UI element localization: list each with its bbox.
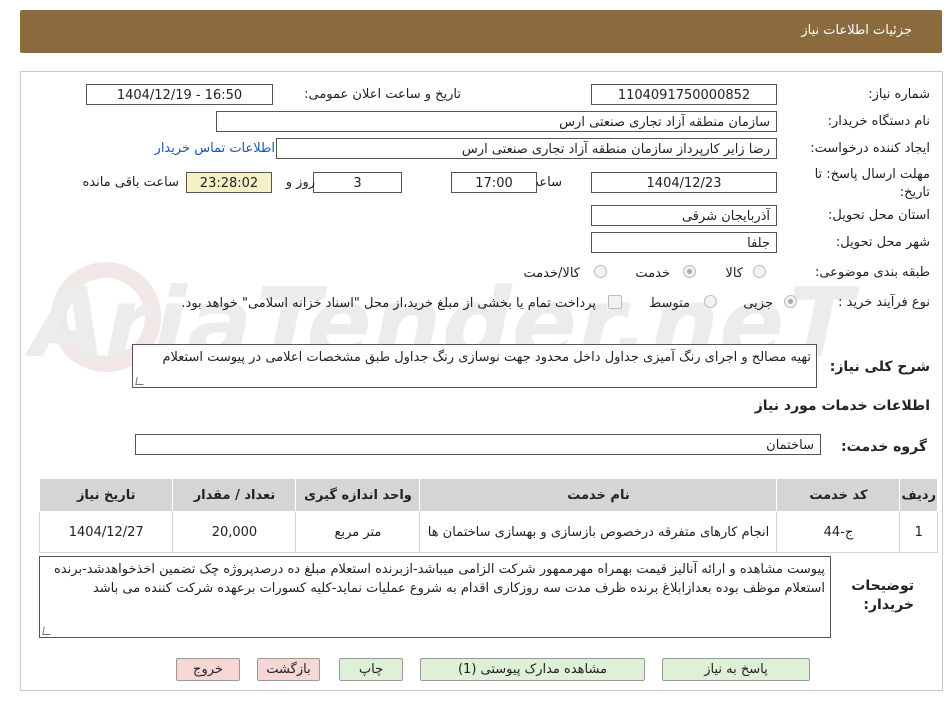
creator-field: رضا زایر کارپرداز سازمان منطقه آزاد تجار… [276, 138, 777, 159]
deadline-label-2: تاریخ: [899, 185, 930, 200]
details-panel: AriaTender.neT شماره نیاز: 1104091750000… [19, 71, 943, 691]
buyer-org-field: سازمان منطقه آزاد تجاری صنعتی ارس [216, 111, 777, 132]
category-radio-service[interactable] [683, 265, 696, 278]
description-text: تهیه مصالح و اجرای رنگ آمیزی جداول داخل … [162, 350, 811, 365]
category-option-both: کالا/خدمت [523, 266, 580, 281]
creator-label: ایجاد کننده درخواست: [810, 141, 930, 156]
treasury-note: پرداخت تمام یا بخشی از مبلغ خرید،از محل … [181, 296, 596, 311]
reply-button[interactable]: پاسخ به نیاز [662, 658, 810, 681]
cell-quantity: 20,000 [172, 511, 297, 553]
col-header-service-name: نام خدمت [419, 478, 778, 512]
table-row: 1 ج-44 انجام کارهای متفرقه درخصوص بازساز… [38, 511, 938, 553]
page-title: جزئیات اطلاعات نیاز [801, 23, 912, 38]
col-header-unit: واحد اندازه گیری [295, 478, 421, 512]
cell-need-date: 1404/12/27 [38, 511, 174, 553]
description-label: شرح کلی نیاز: [829, 359, 930, 375]
buyer-notes-textarea[interactable]: پیوست مشاهده و ارائه آنالیز قیمت بهمراه … [39, 556, 831, 638]
purchase-type-label: نوع فرآیند خرید : [838, 295, 930, 310]
cell-row-number: 1 [899, 511, 938, 553]
view-attachments-button[interactable]: مشاهده مدارک پیوستی (1) [420, 658, 645, 681]
category-radio-goods[interactable] [753, 265, 766, 278]
category-radio-both[interactable] [594, 265, 607, 278]
province-field: آذربایجان شرقی [591, 205, 777, 226]
print-button[interactable]: چاپ [339, 658, 403, 681]
col-header-row-number: ردیف [899, 478, 938, 512]
treasury-checkbox[interactable] [608, 295, 622, 309]
buyer-notes-label: توضیحات [851, 578, 914, 594]
category-option-goods: کالا [725, 266, 743, 281]
description-textarea[interactable]: تهیه مصالح و اجرای رنگ آمیزی جداول داخل … [132, 344, 817, 388]
buyer-contact-link[interactable]: اطلاعات تماس خریدار [155, 141, 275, 156]
table-header-row: ردیف کد خدمت نام خدمت واحد اندازه گیری ت… [38, 478, 938, 512]
announce-label: تاریخ و ساعت اعلان عمومی: [304, 87, 461, 102]
cell-unit: متر مربع [295, 511, 421, 553]
purchase-option-medium: متوسط [649, 296, 690, 311]
province-label: استان محل تحویل: [828, 208, 930, 223]
page-header: جزئیات اطلاعات نیاز [20, 10, 942, 53]
purchase-radio-medium[interactable] [704, 295, 717, 308]
exit-button[interactable]: خروج [176, 658, 240, 681]
category-option-service: خدمت [635, 266, 670, 281]
remaining-time-field: 23:28:02 [186, 172, 272, 193]
col-header-quantity: تعداد / مقدار [172, 478, 297, 512]
col-header-service-code: کد خدمت [776, 478, 901, 512]
need-number-label: شماره نیاز: [868, 87, 930, 102]
city-label: شهر محل تحویل: [835, 235, 930, 250]
services-title: اطلاعات خدمات مورد نیاز [754, 398, 930, 414]
deadline-label: مهلت ارسال پاسخ: تا [814, 167, 930, 182]
resize-grip-icon[interactable] [42, 627, 52, 635]
city-field: جلفا [591, 232, 777, 253]
announce-field: 1404/12/19 - 16:50 [86, 84, 273, 105]
purchase-radio-minor[interactable] [784, 295, 797, 308]
buyer-notes-label-2: خریدار: [863, 597, 914, 613]
deadline-time-field: 17:00 [451, 172, 537, 193]
services-table: ردیف کد خدمت نام خدمت واحد اندازه گیری ت… [38, 478, 938, 553]
cell-service-name: انجام کارهای متفرقه درخصوص بازسازی و بهس… [419, 511, 778, 553]
resize-grip-icon[interactable] [135, 377, 145, 385]
back-button[interactable]: بازگشت [257, 658, 320, 681]
days-label: روز و [285, 175, 315, 190]
need-number-field: 1104091750000852 [591, 84, 777, 105]
buyer-notes-text: پیوست مشاهده و ارائه آنالیز قیمت بهمراه … [54, 562, 825, 596]
deadline-date-field: 1404/12/23 [591, 172, 777, 193]
category-label: طبقه بندی موضوعی: [814, 265, 930, 280]
service-group-label: گروه خدمت: [841, 439, 927, 455]
cell-service-code: ج-44 [776, 511, 901, 553]
col-header-need-date: تاریخ نیاز [38, 478, 174, 512]
buyer-org-label: نام دستگاه خریدار: [827, 114, 930, 129]
purchase-option-minor: جزیی [743, 296, 773, 311]
remaining-label: ساعت باقی مانده [82, 175, 179, 190]
days-field: 3 [313, 172, 402, 193]
service-group-field: ساختمان [135, 434, 821, 455]
